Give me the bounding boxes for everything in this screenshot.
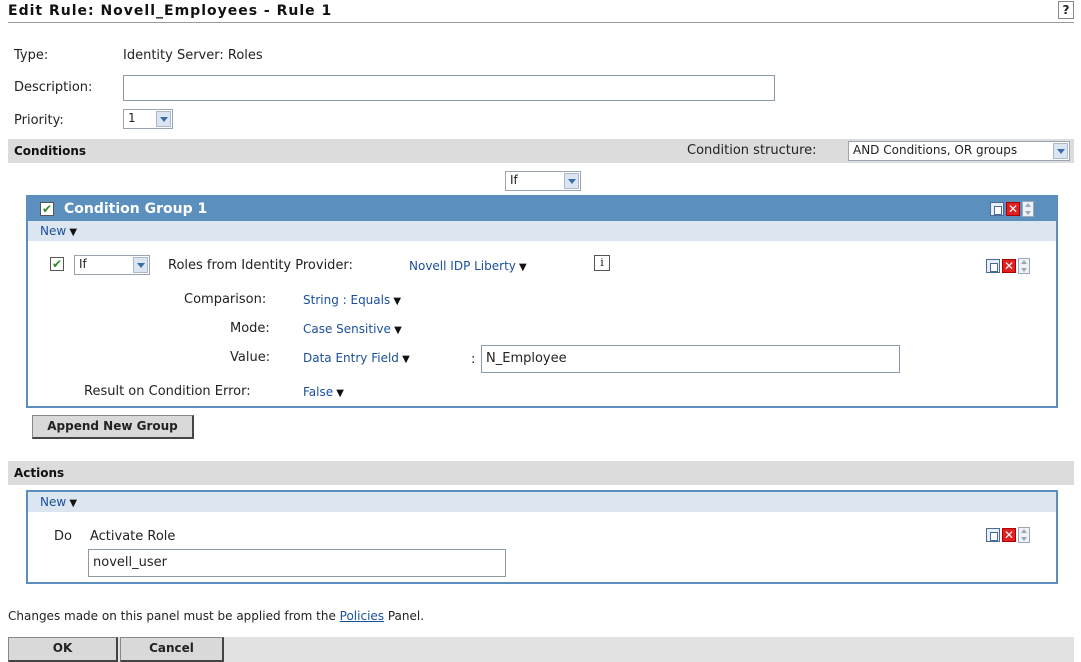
chevron-down-icon: [1053, 143, 1068, 159]
condition-structure-value: AND Conditions, OR groups: [853, 143, 1018, 157]
condition-group-header: ✔ Condition Group 1 ✕: [28, 197, 1056, 221]
description-input[interactable]: [123, 75, 775, 101]
roles-provider-label: Roles from Identity Provider:: [168, 258, 353, 273]
condition-enable-checkbox[interactable]: ✔: [50, 257, 64, 271]
priority-select[interactable]: 1: [123, 109, 173, 129]
delete-icon[interactable]: ✕: [1006, 202, 1020, 216]
condition-error-menu[interactable]: False: [303, 385, 344, 399]
mode-label: Mode:: [230, 321, 270, 336]
action-do-label: Do: [54, 529, 72, 544]
conditions-bar: Conditions Condition structure: AND Cond…: [8, 139, 1074, 163]
move-updown-icon[interactable]: [1018, 527, 1030, 543]
chevron-down-icon: [564, 173, 579, 189]
ok-button[interactable]: OK: [8, 637, 118, 662]
copy-icon[interactable]: [990, 202, 1004, 216]
actions-bar: Actions: [8, 461, 1074, 485]
value-type-menu[interactable]: Data Entry Field: [303, 351, 410, 365]
condition-error-label: Result on Condition Error:: [84, 384, 251, 399]
move-updown-icon[interactable]: [1022, 201, 1034, 217]
comparison-label: Comparison:: [184, 292, 267, 307]
conditions-heading: Conditions: [14, 144, 87, 158]
comparison-menu[interactable]: String : Equals: [303, 293, 401, 307]
condition-operator-select[interactable]: If: [74, 255, 150, 275]
priority-label: Priority:: [14, 113, 64, 128]
condition-group: ✔ Condition Group 1 ✕ New ✔ If Roles fro…: [26, 195, 1058, 408]
condition-group-title: Condition Group 1: [64, 201, 208, 217]
copy-icon[interactable]: [986, 259, 1000, 273]
footer-note-text: Changes made on this panel must be appli…: [8, 609, 340, 623]
footer-note-suffix: Panel.: [384, 609, 425, 623]
policies-link[interactable]: Policies: [340, 609, 384, 623]
append-new-group-button[interactable]: Append New Group: [32, 415, 194, 439]
condition-structure-label: Condition structure:: [687, 143, 817, 158]
info-icon[interactable]: i: [594, 255, 610, 271]
title-bar: Edit Rule: Novell_Employees - Rule 1 ?: [8, 0, 1074, 23]
copy-icon[interactable]: [986, 528, 1000, 542]
type-value: Identity Server: Roles: [123, 48, 263, 63]
chevron-down-icon: [133, 257, 148, 273]
mode-menu[interactable]: Case Sensitive: [303, 322, 402, 336]
actions-heading: Actions: [14, 466, 65, 480]
actions-group: New Do Activate Role novell_user ✕: [26, 490, 1058, 584]
page-title: Edit Rule: Novell_Employees - Rule 1: [8, 3, 333, 19]
value-label: Value:: [230, 350, 271, 365]
delete-icon[interactable]: ✕: [1002, 528, 1016, 542]
chevron-down-icon: [156, 111, 171, 127]
group-operator-select[interactable]: If: [505, 171, 581, 191]
value-input[interactable]: N_Employee: [481, 345, 900, 373]
footer-note: Changes made on this panel must be appli…: [8, 609, 424, 623]
action-name: Activate Role: [90, 529, 176, 544]
value-separator: :: [471, 352, 476, 367]
priority-value: 1: [128, 111, 136, 125]
roles-provider-menu[interactable]: Novell IDP Liberty: [409, 259, 527, 273]
actions-toolbar: New: [28, 492, 1056, 512]
cancel-button[interactable]: Cancel: [120, 637, 224, 662]
group-operator-value: If: [510, 173, 518, 187]
condition-operator-value: If: [79, 257, 87, 271]
type-label: Type:: [14, 48, 49, 63]
condition-group-toolbar: New: [28, 221, 1056, 241]
new-condition-menu[interactable]: New: [40, 224, 77, 238]
new-action-menu[interactable]: New: [40, 495, 77, 509]
move-updown-icon[interactable]: [1018, 258, 1030, 274]
role-input[interactable]: novell_user: [88, 549, 506, 577]
description-label: Description:: [14, 80, 93, 95]
condition-structure-select[interactable]: AND Conditions, OR groups: [848, 141, 1070, 161]
delete-icon[interactable]: ✕: [1002, 259, 1016, 273]
group-enable-checkbox[interactable]: ✔: [40, 202, 54, 216]
help-button[interactable]: ?: [1058, 1, 1074, 19]
